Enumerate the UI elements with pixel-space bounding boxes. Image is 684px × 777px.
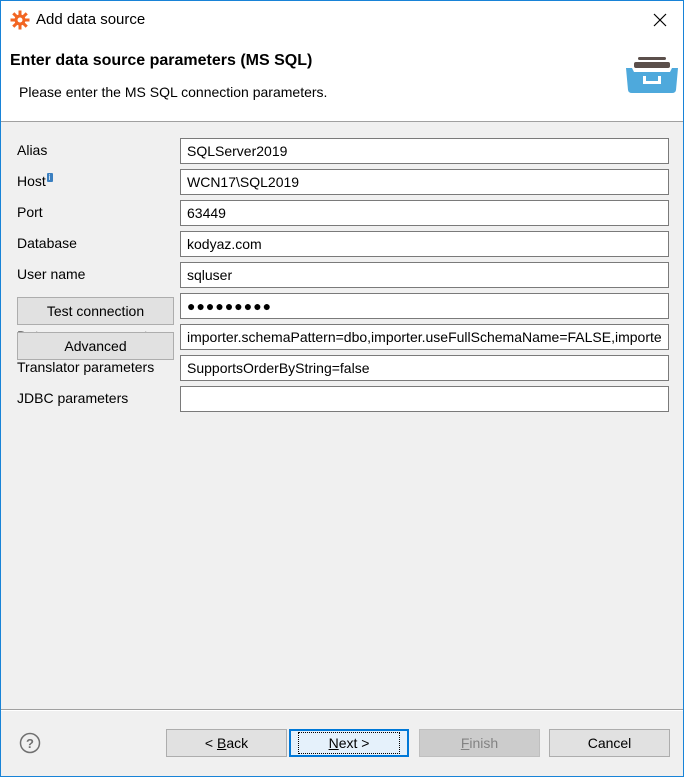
jdbc-parameters-label: JDBC parameters <box>17 390 129 406</box>
advanced-button[interactable]: Advanced <box>17 332 174 360</box>
jdbc-parameters-row: JDBC parameters <box>1 386 683 412</box>
host-input[interactable] <box>180 169 669 195</box>
finish-rest: inish <box>469 735 499 751</box>
finish-label: Finish <box>461 735 498 751</box>
close-button[interactable] <box>637 1 683 39</box>
host-label-text: Host <box>17 173 46 189</box>
back-mnemonic: B <box>216 735 227 751</box>
database-label: Database <box>17 235 77 251</box>
wizard-header: Enter data source parameters (MS SQL) Pl… <box>1 39 683 122</box>
host-label: Host i <box>17 173 53 189</box>
next-mnemonic: N <box>328 735 339 751</box>
database-input[interactable] <box>180 231 669 257</box>
back-label: < Back <box>205 735 248 751</box>
close-icon <box>653 13 667 27</box>
page-title: Enter data source parameters (MS SQL) <box>10 52 313 69</box>
finish-button[interactable]: Finish <box>419 729 540 757</box>
next-rest: ext > <box>338 735 370 751</box>
port-input[interactable] <box>180 200 669 226</box>
next-label: Next > <box>297 732 401 754</box>
app-logo-icon <box>10 10 30 30</box>
jdbc-parameters-input[interactable] <box>180 386 669 412</box>
alias-row: Alias <box>1 138 683 164</box>
data-source-parameters-input[interactable] <box>180 324 669 350</box>
username-label: User name <box>17 266 86 282</box>
cancel-button[interactable]: Cancel <box>549 729 670 757</box>
page-description: Please enter the MS SQL connection param… <box>19 84 328 100</box>
file-drawer-icon <box>626 57 678 93</box>
window-title: Add data source <box>36 11 146 28</box>
footer-divider-highlight <box>1 710 683 711</box>
back-rest: ack <box>226 735 249 751</box>
port-row: Port <box>1 200 683 226</box>
translator-parameters-input[interactable] <box>180 355 669 381</box>
alias-input[interactable] <box>180 138 669 164</box>
back-prefix: < <box>204 735 217 751</box>
next-button[interactable]: Next > <box>289 729 409 757</box>
alias-label: Alias <box>17 142 48 158</box>
port-label: Port <box>17 204 43 220</box>
add-data-source-dialog: Add data source Enter data source parame… <box>0 0 684 777</box>
info-icon[interactable]: i <box>46 173 53 183</box>
help-icon[interactable]: ? <box>19 732 41 754</box>
host-row: Host i <box>1 169 683 195</box>
database-row: Database <box>1 231 683 257</box>
password-input[interactable] <box>180 293 669 319</box>
username-row: User name <box>1 262 683 288</box>
translator-parameters-label: Translator parameters <box>17 359 155 375</box>
svg-text:?: ? <box>26 736 34 751</box>
back-button[interactable]: < Back <box>166 729 287 757</box>
title-bar: Add data source <box>1 1 683 39</box>
test-connection-button[interactable]: Test connection <box>17 297 174 325</box>
username-input[interactable] <box>180 262 669 288</box>
